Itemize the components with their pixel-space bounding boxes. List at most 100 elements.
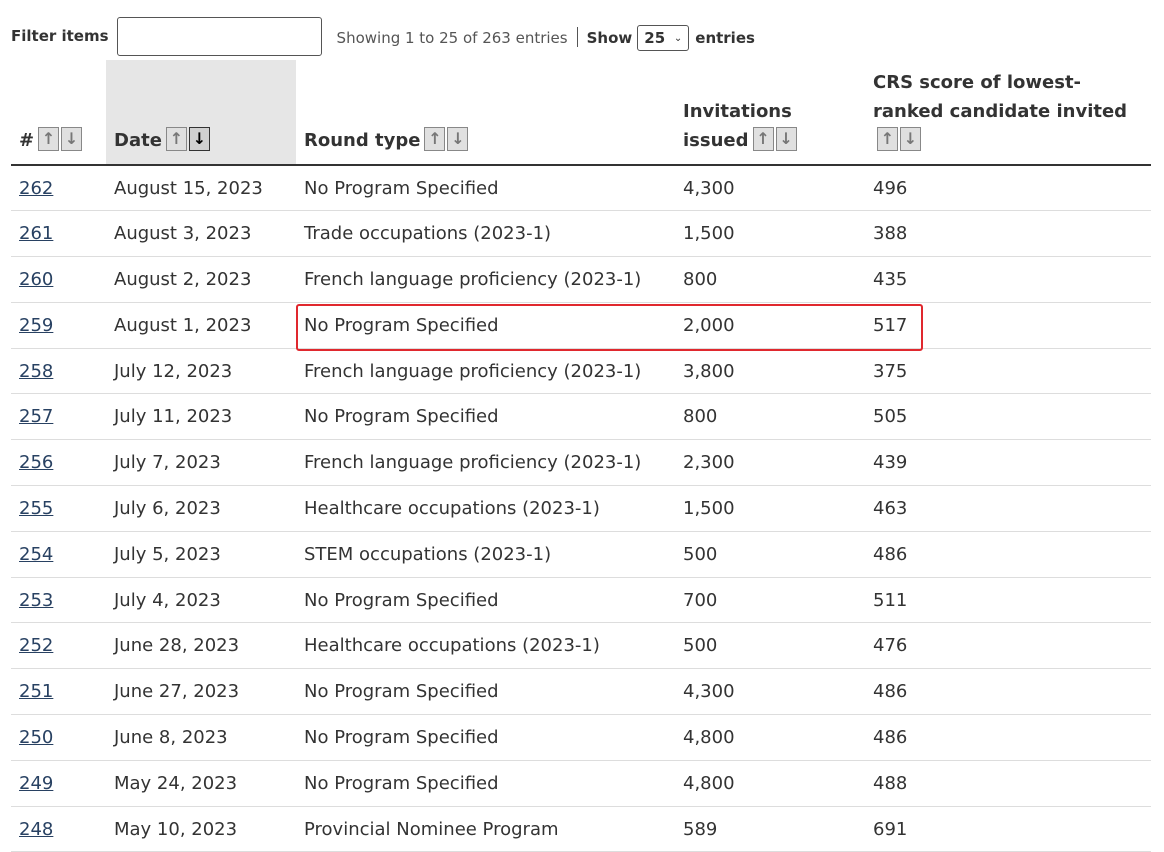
cell-date: June 27, 2023	[106, 668, 296, 716]
round-link[interactable]: 261	[19, 223, 53, 244]
cell-date: August 2, 2023	[106, 256, 296, 303]
sort-descending-icon[interactable]: ↓	[775, 127, 797, 151]
cell-crs-score: 435	[865, 256, 1151, 303]
sort-descending-icon[interactable]: ↓	[188, 127, 210, 151]
cell-crs-score: 476	[865, 622, 1151, 670]
cell-crs-score: 511	[865, 577, 1151, 624]
sort-descending-icon[interactable]: ↓	[447, 127, 469, 151]
cell-round-type: Trade occupations (2023-1)	[296, 210, 675, 258]
sort-descending-icon[interactable]: ↓	[900, 127, 921, 151]
table-row: 259 August 1, 2023 No Program Specified 2,0…	[11, 302, 1151, 349]
cell-date: July 6, 2023	[106, 485, 296, 532]
cell-number: 249	[11, 760, 106, 807]
cell-invitations: 4,800	[675, 760, 865, 807]
round-link[interactable]: 254	[19, 544, 53, 565]
cell-round-type: French language proficiency (2023-1)	[296, 348, 675, 395]
cell-date: July 4, 2023	[106, 577, 296, 624]
round-link[interactable]: 260	[19, 269, 53, 290]
cell-round-type: STEM occupations (2023-1)	[296, 531, 675, 578]
sort-ascending-icon[interactable]: ↑	[424, 127, 446, 151]
sort-ascending-icon[interactable]: ↑	[752, 127, 774, 151]
round-link[interactable]: 258	[19, 361, 53, 382]
header-label: #	[19, 130, 35, 151]
cell-date: August 15, 2023	[106, 165, 296, 212]
cell-round-type: French language proficiency (2023-1)	[296, 439, 675, 487]
sort-ascending-icon[interactable]: ↑	[38, 127, 60, 151]
sort-controls: ↑ ↓	[877, 127, 921, 151]
cell-invitations: 589	[675, 806, 865, 852]
round-link[interactable]: 250	[19, 727, 53, 748]
page-size-select[interactable]: 25 ⌄	[637, 25, 690, 51]
table-row: 250 June 8, 2023 No Program Specified 4,800…	[11, 714, 1151, 761]
sort-controls: ↑ ↓	[424, 127, 469, 151]
header-invitations[interactable]: Invitations issued ↑ ↓	[675, 60, 865, 166]
round-link[interactable]: 248	[19, 819, 53, 840]
cell-date: May 24, 2023	[106, 760, 296, 807]
header-crs-score[interactable]: CRS score of lowest-ranked candidate inv…	[865, 60, 1151, 166]
cell-invitations: 4,300	[675, 165, 865, 212]
header-round-type[interactable]: Round type ↑ ↓	[296, 60, 675, 166]
sort-controls: ↑ ↓	[38, 127, 83, 151]
cell-crs-score: 375	[865, 348, 1151, 395]
table-row: 257 July 11, 2023 No Program Specified 800 5…	[11, 393, 1151, 441]
cell-number: 258	[11, 348, 106, 395]
round-link[interactable]: 257	[19, 406, 53, 427]
round-link[interactable]: 251	[19, 681, 53, 702]
cell-round-type: No Program Specified	[296, 668, 675, 716]
table-body: 262 August 15, 2023 No Program Specified 4,…	[11, 165, 1151, 852]
cell-crs-score: 496	[865, 165, 1151, 212]
cell-date: June 28, 2023	[106, 622, 296, 670]
header-date[interactable]: Date ↑ ↓	[106, 60, 296, 166]
sort-ascending-icon[interactable]: ↑	[877, 127, 898, 151]
table-row: 254 July 5, 2023 STEM occupations (2023-1)…	[11, 531, 1151, 578]
cell-crs-score: 486	[865, 714, 1151, 761]
round-link[interactable]: 255	[19, 498, 53, 519]
table-row: 261 August 3, 2023 Trade occupations (2023…	[11, 210, 1151, 258]
round-link[interactable]: 252	[19, 635, 53, 656]
table-row: 256 July 7, 2023 French language proficien…	[11, 439, 1151, 487]
cell-date: July 7, 2023	[106, 439, 296, 487]
cell-date: July 12, 2023	[106, 348, 296, 395]
cell-round-type: No Program Specified	[296, 302, 675, 349]
cell-number: 255	[11, 485, 106, 532]
cell-round-type: No Program Specified	[296, 393, 675, 441]
round-link[interactable]: 256	[19, 452, 53, 473]
cell-round-type: No Program Specified	[296, 714, 675, 761]
cell-crs-score: 505	[865, 393, 1151, 441]
cell-date: August 3, 2023	[106, 210, 296, 258]
round-link[interactable]: 262	[19, 178, 53, 199]
cell-round-type: No Program Specified	[296, 577, 675, 624]
divider	[576, 27, 578, 47]
cell-invitations: 2,000	[675, 302, 865, 349]
table-row: 248 May 10, 2023 Provincial Nominee Progra…	[11, 806, 1151, 852]
header-label: Round type	[304, 130, 421, 151]
filter-input[interactable]	[116, 16, 322, 56]
sort-ascending-icon[interactable]: ↑	[165, 127, 187, 151]
round-link[interactable]: 259	[19, 315, 53, 336]
cell-crs-score: 463	[865, 485, 1151, 532]
table-toolbar: Filter items Showing 1 to 25 of 263 entr…	[11, 16, 755, 56]
header-number[interactable]: # ↑ ↓	[11, 60, 106, 166]
round-link[interactable]: 253	[19, 590, 53, 611]
round-link[interactable]: 249	[19, 773, 53, 794]
entries-info: Showing 1 to 25 of 263 entries	[336, 29, 568, 47]
cell-round-type: No Program Specified	[296, 760, 675, 807]
table-row: 252 June 28, 2023 Healthcare occupations (…	[11, 622, 1151, 670]
cell-crs-score: 488	[865, 760, 1151, 807]
cell-number: 260	[11, 256, 106, 303]
chevron-down-icon: ⌄	[673, 32, 683, 44]
rounds-table: # ↑ ↓ Date ↑ ↓ Round type ↑ ↓ Invitations issued ↑…	[11, 60, 1151, 852]
sort-descending-icon[interactable]: ↓	[61, 127, 83, 151]
sort-controls: ↑ ↓	[752, 127, 797, 151]
cell-invitations: 2,300	[675, 439, 865, 487]
sort-controls: ↑ ↓	[165, 127, 210, 151]
cell-number: 254	[11, 531, 106, 578]
cell-crs-score: 388	[865, 210, 1151, 258]
cell-number: 256	[11, 439, 106, 487]
cell-invitations: 800	[675, 393, 865, 441]
cell-invitations: 800	[675, 256, 865, 303]
cell-invitations: 500	[675, 622, 865, 670]
cell-invitations: 1,500	[675, 210, 865, 258]
cell-round-type: Healthcare occupations (2023-1)	[296, 485, 675, 532]
header-label: CRS score of lowest-ranked candidate inv…	[873, 72, 1128, 122]
